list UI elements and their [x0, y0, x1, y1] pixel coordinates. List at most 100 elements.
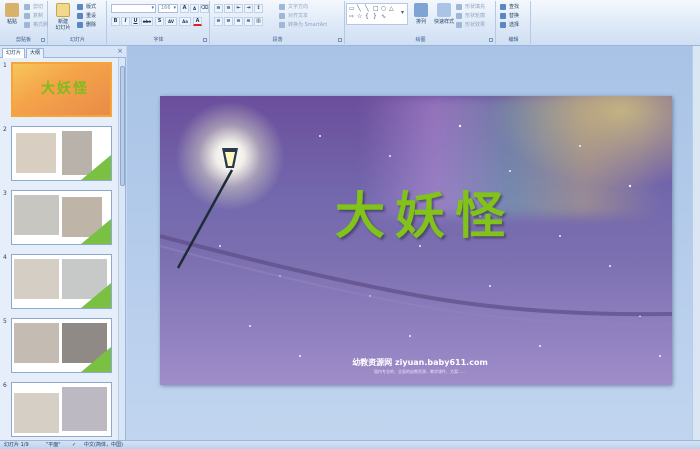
thumbnail-image — [11, 254, 112, 309]
underline-button[interactable]: U — [131, 17, 140, 26]
shape-outline-button[interactable]: 形状轮廓 — [456, 12, 485, 20]
thumbnail-image — [11, 126, 112, 181]
align-center-button[interactable]: ≡ — [224, 17, 233, 26]
bullets-icon: ≡ — [216, 5, 221, 11]
illustration — [14, 393, 59, 433]
thumbnail-number: 6 — [3, 382, 7, 389]
delete-slide-button[interactable]: 删除 — [77, 21, 96, 29]
line-spacing-icon: ↕ — [256, 5, 261, 11]
font-name-combo[interactable] — [111, 4, 156, 13]
shape-fill-button[interactable]: 形状填充 — [456, 3, 485, 11]
decorative-corner — [81, 283, 111, 308]
current-slide[interactable]: 大妖怪 幼教资源网 ziyuan.baby611.com 国内专业的、全面的幼教… — [160, 96, 672, 385]
thumbnail-number: 2 — [3, 126, 7, 133]
clipboard-launcher[interactable] — [41, 38, 45, 42]
arrange-button[interactable]: 排列 — [410, 3, 432, 25]
thumbnail-number: 3 — [3, 190, 7, 197]
paragraph-group: ≡ ≡ ⇤ ⇥ ↕ ≡ ≡ ≡ ≡ ▥ 文字方向 对齐文本 转换为 SmartA… — [211, 1, 345, 44]
format-painter-button[interactable]: 格式刷 — [24, 21, 48, 29]
paragraph-launcher[interactable] — [338, 38, 342, 42]
thumbnail-scrollbar[interactable] — [118, 58, 125, 440]
italic-button[interactable]: I — [121, 17, 130, 26]
font-size-combo[interactable]: 166 — [158, 4, 178, 13]
shape-effects-button[interactable]: 形状效果 — [456, 21, 485, 29]
text-direction-button[interactable]: 文字方向 — [279, 3, 308, 11]
illustration — [14, 259, 59, 299]
close-icon[interactable]: × — [117, 47, 123, 55]
textbox-shape-icon: ▭ — [349, 5, 355, 12]
arrow-shape-icon: ⇨ — [349, 13, 355, 20]
replace-button[interactable]: 替换 — [500, 12, 519, 20]
grow-font-button[interactable]: A — [180, 4, 189, 13]
columns-button[interactable]: ▥ — [254, 17, 263, 26]
paragraph-label: 段落 — [272, 37, 283, 43]
increase-indent-button[interactable]: ⇥ — [244, 4, 253, 13]
rect-shape-icon: □ — [373, 5, 379, 12]
convert-smartart-button[interactable]: 转换为 SmartArt — [279, 21, 327, 29]
bold-button[interactable]: B — [111, 17, 120, 26]
status-bar: 幻灯片 1/9 "平面" ✓ 中文(简体，中国) — [0, 440, 700, 449]
thumbnail-2[interactable]: 2 — [0, 124, 118, 186]
decrease-indent-button[interactable]: ⇤ — [234, 4, 243, 13]
quick-styles-button[interactable]: 快速样式 — [431, 3, 457, 25]
spellcheck-icon[interactable]: ✓ — [72, 441, 76, 449]
justify-button[interactable]: ≡ — [244, 17, 253, 26]
align-right-button[interactable]: ≡ — [234, 17, 243, 26]
bullets-button[interactable]: ≡ — [214, 4, 223, 13]
cut-button[interactable]: 剪切 — [24, 3, 43, 11]
indent-icon: ⇥ — [246, 5, 251, 11]
char-spacing-button[interactable]: AV — [165, 17, 177, 26]
font-launcher[interactable] — [203, 38, 207, 42]
slide-title[interactable]: 大妖怪 — [285, 176, 565, 248]
paste-button[interactable]: 粘贴 — [1, 3, 23, 25]
thumbnail-4[interactable]: 4 — [0, 252, 118, 314]
illustration — [62, 387, 107, 431]
star-shape-icon: ☆ — [357, 13, 363, 20]
slide-thumbnails: 1 大妖怪 2 3 4 5 6 — [0, 58, 126, 440]
tab-outline[interactable]: 大纲 — [26, 48, 45, 58]
scrollbar-thumb[interactable] — [120, 66, 125, 186]
drawing-label: 绘图 — [415, 37, 426, 43]
align-right-icon: ≡ — [236, 18, 241, 24]
select-button[interactable]: 选择 — [500, 21, 519, 29]
align-text-button[interactable]: 对齐文本 — [279, 12, 308, 20]
slides-group: 新建 幻灯片 版式 重设 删除 幻灯片 — [49, 1, 107, 44]
decorative-corner — [81, 219, 111, 244]
new-slide-button[interactable]: 新建 幻灯片 — [51, 3, 75, 31]
editing-label: 编辑 — [508, 37, 519, 43]
thumbnail-6[interactable]: 6 — [0, 380, 118, 440]
thumbnail-number: 4 — [3, 254, 7, 261]
font-color-button[interactable]: A — [193, 17, 202, 26]
thumbnail-3[interactable]: 3 — [0, 188, 118, 250]
change-case-button[interactable]: Aa — [179, 17, 191, 26]
thumbnail-1[interactable]: 1 大妖怪 — [0, 60, 118, 122]
find-button[interactable]: 查找 — [500, 3, 519, 11]
thumbnail-5[interactable]: 5 — [0, 316, 118, 378]
layout-button[interactable]: 版式 — [77, 3, 96, 11]
shape-gallery[interactable]: ▭ ╲ ╲ □ ○ △ ⇨ ☆ { } ∿ ▾ — [346, 3, 408, 25]
shrink-font-button[interactable]: A — [190, 4, 199, 13]
line-spacing-button[interactable]: ↕ — [254, 4, 263, 13]
tab-slides[interactable]: 幻灯片 — [2, 48, 26, 58]
brace-shape-icon: { — [365, 13, 369, 20]
copy-button[interactable]: 复制 — [24, 12, 43, 20]
editor-scrollbar[interactable] — [692, 46, 700, 440]
clipboard-label: 剪贴板 — [15, 37, 31, 43]
watermark-subtitle: 国内专业的、全面的幼教资源，教学课件、方案…… — [374, 369, 466, 374]
clear-format-button[interactable]: ⌫ — [200, 4, 209, 13]
new-slide-icon — [56, 3, 70, 17]
strike-button[interactable]: abe — [141, 17, 153, 26]
align-left-button[interactable]: ≡ — [214, 17, 223, 26]
arrange-icon — [414, 3, 428, 17]
shadow-button[interactable]: S — [155, 17, 164, 26]
numbering-button[interactable]: ≡ — [224, 4, 233, 13]
columns-icon: ▥ — [256, 18, 261, 24]
font-label: 字体 — [153, 37, 164, 43]
drawing-launcher[interactable] — [489, 38, 493, 42]
brace2-shape-icon: } — [373, 13, 377, 20]
reset-button[interactable]: 重设 — [77, 12, 96, 20]
language[interactable]: 中文(简体，中国) — [84, 441, 123, 449]
clipboard-group: 粘贴 剪切 复制 格式刷 剪贴板 — [0, 1, 48, 44]
illustration — [16, 133, 56, 173]
oval-shape-icon: ○ — [381, 5, 387, 12]
